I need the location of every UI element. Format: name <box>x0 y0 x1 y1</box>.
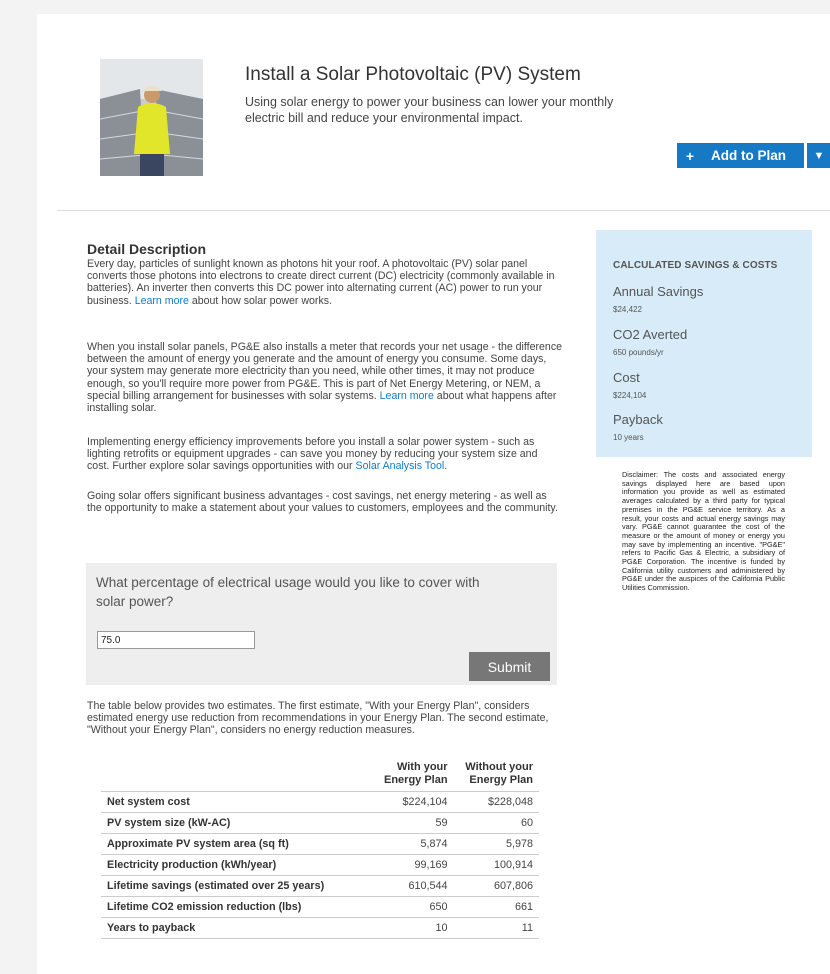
add-to-plan-dropdown[interactable]: ▼ <box>807 143 830 168</box>
without-plan-value: 11 <box>453 917 539 939</box>
cost-label: Cost <box>613 370 640 385</box>
estimates-table: With your Energy Plan Without your Energ… <box>101 761 539 939</box>
detail-paragraph-4: Going solar offers significant business … <box>87 490 558 515</box>
row-label: Lifetime CO2 emission reduction (lbs) <box>101 896 374 918</box>
with-plan-value: $224,104 <box>373 791 454 813</box>
table-header-with-plan: With your Energy Plan <box>383 761 448 786</box>
row-label: PV system size (kW-AC) <box>101 812 374 834</box>
table-row: Net system cost $224,104 $228,048 <box>101 791 539 813</box>
table-row: Lifetime CO2 emission reduction (lbs) 65… <box>101 896 539 918</box>
without-plan-value: 60 <box>453 812 539 834</box>
table-row: Approximate PV system area (sq ft) 5,874… <box>101 833 539 855</box>
row-label: Years to payback <box>101 917 374 939</box>
table-row: Years to payback 10 11 <box>101 917 539 939</box>
plus-icon: + <box>685 147 695 164</box>
chevron-down-icon: ▼ <box>813 149 825 162</box>
learn-more-link[interactable]: Learn more <box>135 295 189 307</box>
solar-coverage-form: What percentage of electrical usage woul… <box>86 563 557 685</box>
co2-averted-value: 650 pounds/yr <box>613 348 664 357</box>
savings-heading: CALCULATED SAVINGS & COSTS <box>613 260 778 271</box>
without-plan-value: 607,806 <box>453 875 539 897</box>
without-plan-value: 661 <box>453 896 539 918</box>
row-label: Lifetime savings (estimated over 25 year… <box>101 875 374 897</box>
page-subtitle: Using solar energy to power your busines… <box>245 95 614 125</box>
measure-card: Install a Solar Photovoltaic (PV) System… <box>37 14 830 974</box>
solar-worker-image <box>100 59 203 176</box>
table-row: PV system size (kW-AC) 59 60 <box>101 812 539 834</box>
table-header-empty <box>101 761 373 792</box>
without-plan-value: 5,978 <box>453 833 539 855</box>
table-row: Lifetime savings (estimated over 25 year… <box>101 875 539 897</box>
header-divider <box>57 210 830 211</box>
without-plan-value: 100,914 <box>453 854 539 876</box>
table-row: Electricity production (kWh/year) 99,169… <box>101 854 539 876</box>
coverage-percentage-input[interactable] <box>97 631 255 649</box>
with-plan-value: 610,544 <box>373 875 454 897</box>
detail-paragraph-2: When you install solar panels, PG&E also… <box>87 341 563 415</box>
with-plan-value: 5,874 <box>373 833 454 855</box>
annual-savings-value: $24,422 <box>613 305 642 314</box>
cost-value: $224,104 <box>613 391 647 400</box>
row-label: Electricity production (kWh/year) <box>101 854 374 876</box>
with-plan-value: 99,169 <box>373 854 454 876</box>
with-plan-value: 650 <box>373 896 454 918</box>
submit-button[interactable]: Submit <box>469 652 550 681</box>
disclaimer: Disclaimer: The costs and associated ene… <box>622 470 785 593</box>
detail-paragraph-1: Every day, particles of sunlight known a… <box>87 258 555 307</box>
with-plan-value: 10 <box>373 917 454 939</box>
co2-averted-label: CO2 Averted <box>613 327 688 342</box>
table-intro: The table below provides two estimates. … <box>87 700 549 736</box>
add-to-plan-button[interactable]: + Add to Plan <box>677 143 804 168</box>
table-header-without-plan: Without your Energy Plan <box>465 761 533 786</box>
savings-panel: CALCULATED SAVINGS & COSTS Annual Saving… <box>596 230 812 457</box>
solar-analysis-tool-link[interactable]: Solar Analysis Tool <box>356 460 445 472</box>
payback-label: Payback <box>613 412 663 427</box>
add-to-plan-label: Add to Plan <box>711 148 786 163</box>
with-plan-value: 59 <box>373 812 454 834</box>
learn-more-link[interactable]: Learn more <box>380 390 434 402</box>
detail-title: Detail Description <box>87 241 207 257</box>
without-plan-value: $228,048 <box>453 791 539 813</box>
annual-savings-label: Annual Savings <box>613 284 704 299</box>
coverage-question: What percentage of electrical usage woul… <box>96 575 480 609</box>
payback-value: 10 years <box>613 433 644 442</box>
row-label: Net system cost <box>101 791 374 813</box>
page-title: Install a Solar Photovoltaic (PV) System <box>245 64 581 85</box>
row-label: Approximate PV system area (sq ft) <box>101 833 374 855</box>
detail-paragraph-3: Implementing energy efficiency improveme… <box>87 436 538 473</box>
